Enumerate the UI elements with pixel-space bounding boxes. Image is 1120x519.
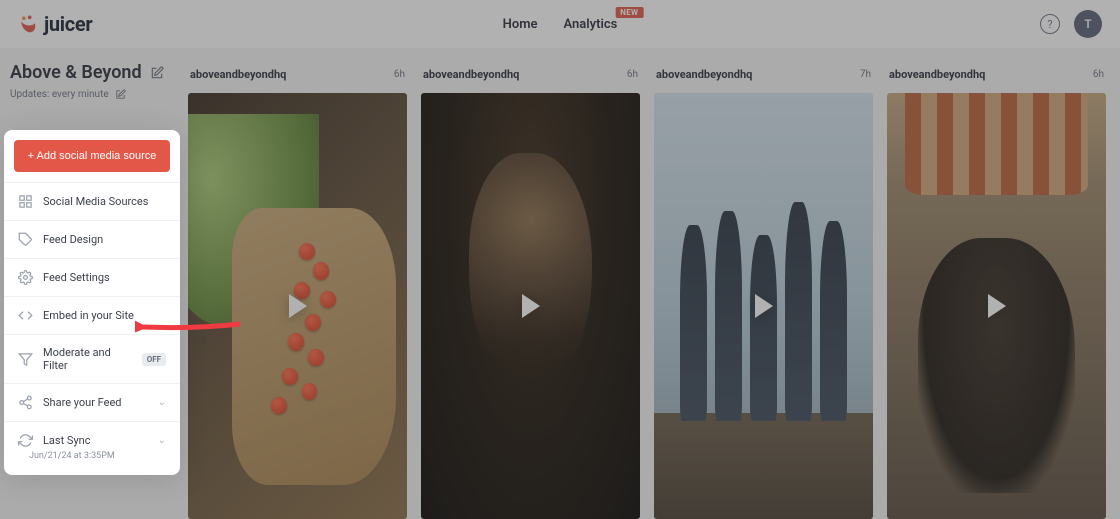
header-right: ? T <box>1040 10 1102 38</box>
menu-last-sync[interactable]: Last Sync ⌄ <box>4 421 180 459</box>
post-media[interactable] <box>654 93 873 519</box>
menu-label: Feed Design <box>43 233 103 246</box>
grid-icon <box>18 194 33 209</box>
nav-analytics[interactable]: Analytics NEW <box>564 17 618 32</box>
help-icon[interactable]: ? <box>1040 14 1060 34</box>
app-header: juicer Home Analytics NEW ? T <box>0 0 1120 48</box>
post-time: 6h <box>394 69 405 80</box>
menu-label: Feed Settings <box>43 271 110 284</box>
menu-share[interactable]: Share your Feed ⌄ <box>4 383 180 421</box>
feed-card[interactable]: aboveandbeyondhq 6h <box>887 62 1106 519</box>
post-time: 6h <box>1093 69 1104 80</box>
sidebar-menu-panel: + Add social media source Social Media S… <box>4 130 180 475</box>
filter-icon <box>18 352 33 367</box>
menu-embed[interactable]: Embed in your Site <box>4 296 180 334</box>
menu-social-sources[interactable]: Social Media Sources <box>4 182 180 220</box>
add-source-button[interactable]: + Add social media source <box>14 140 170 172</box>
edit-icon[interactable] <box>150 66 164 80</box>
post-media[interactable] <box>421 93 640 519</box>
updates-row: Updates: every minute <box>10 89 170 100</box>
feed-grid: aboveandbeyondhq 6h aboveandbeyondhq 6h <box>180 48 1120 519</box>
logo-icon <box>18 14 38 34</box>
post-username: aboveandbeyondhq <box>889 68 985 81</box>
post-media[interactable] <box>887 93 1106 519</box>
nav-analytics-label: Analytics <box>564 17 618 32</box>
updates-label: Updates: every minute <box>10 89 109 100</box>
refresh-icon <box>18 433 33 448</box>
feed-title: Above & Beyond <box>10 62 142 83</box>
nav-home[interactable]: Home <box>503 17 538 32</box>
menu-moderate[interactable]: Moderate and Filter OFF <box>4 334 180 383</box>
play-icon <box>755 294 773 318</box>
new-badge: NEW <box>615 7 643 18</box>
post-username: aboveandbeyondhq <box>656 68 752 81</box>
menu-label: Share your Feed <box>43 396 122 409</box>
post-time: 6h <box>627 69 638 80</box>
play-icon <box>289 294 307 318</box>
moderate-off-badge: OFF <box>142 353 166 366</box>
menu-feed-settings[interactable]: Feed Settings <box>4 258 180 296</box>
menu-label: Last Sync <box>43 434 90 447</box>
menu-label: Social Media Sources <box>43 195 148 208</box>
edit-updates-icon[interactable] <box>115 89 126 100</box>
play-icon <box>522 294 540 318</box>
feed-card[interactable]: aboveandbeyondhq 6h <box>188 62 407 519</box>
feed-title-row: Above & Beyond <box>10 62 170 83</box>
play-icon <box>988 294 1006 318</box>
code-icon <box>18 308 33 323</box>
tag-icon <box>18 232 33 247</box>
gear-icon <box>18 270 33 285</box>
post-time: 7h <box>860 69 871 80</box>
share-icon <box>18 395 33 410</box>
chevron-down-icon: ⌄ <box>158 397 166 408</box>
logo-text: juicer <box>44 12 92 36</box>
feed-card[interactable]: aboveandbeyondhq 7h <box>654 62 873 519</box>
post-username: aboveandbeyondhq <box>190 68 286 81</box>
feed-card[interactable]: aboveandbeyondhq 6h <box>421 62 640 519</box>
chevron-down-icon: ⌄ <box>158 435 166 446</box>
post-username: aboveandbeyondhq <box>423 68 519 81</box>
avatar[interactable]: T <box>1074 10 1102 38</box>
menu-label: Embed in your Site <box>43 309 134 322</box>
post-media[interactable] <box>188 93 407 519</box>
menu-label: Moderate and Filter <box>43 346 132 372</box>
logo[interactable]: juicer <box>18 12 92 36</box>
nav-center: Home Analytics NEW <box>503 17 618 32</box>
menu-feed-design[interactable]: Feed Design <box>4 220 180 258</box>
